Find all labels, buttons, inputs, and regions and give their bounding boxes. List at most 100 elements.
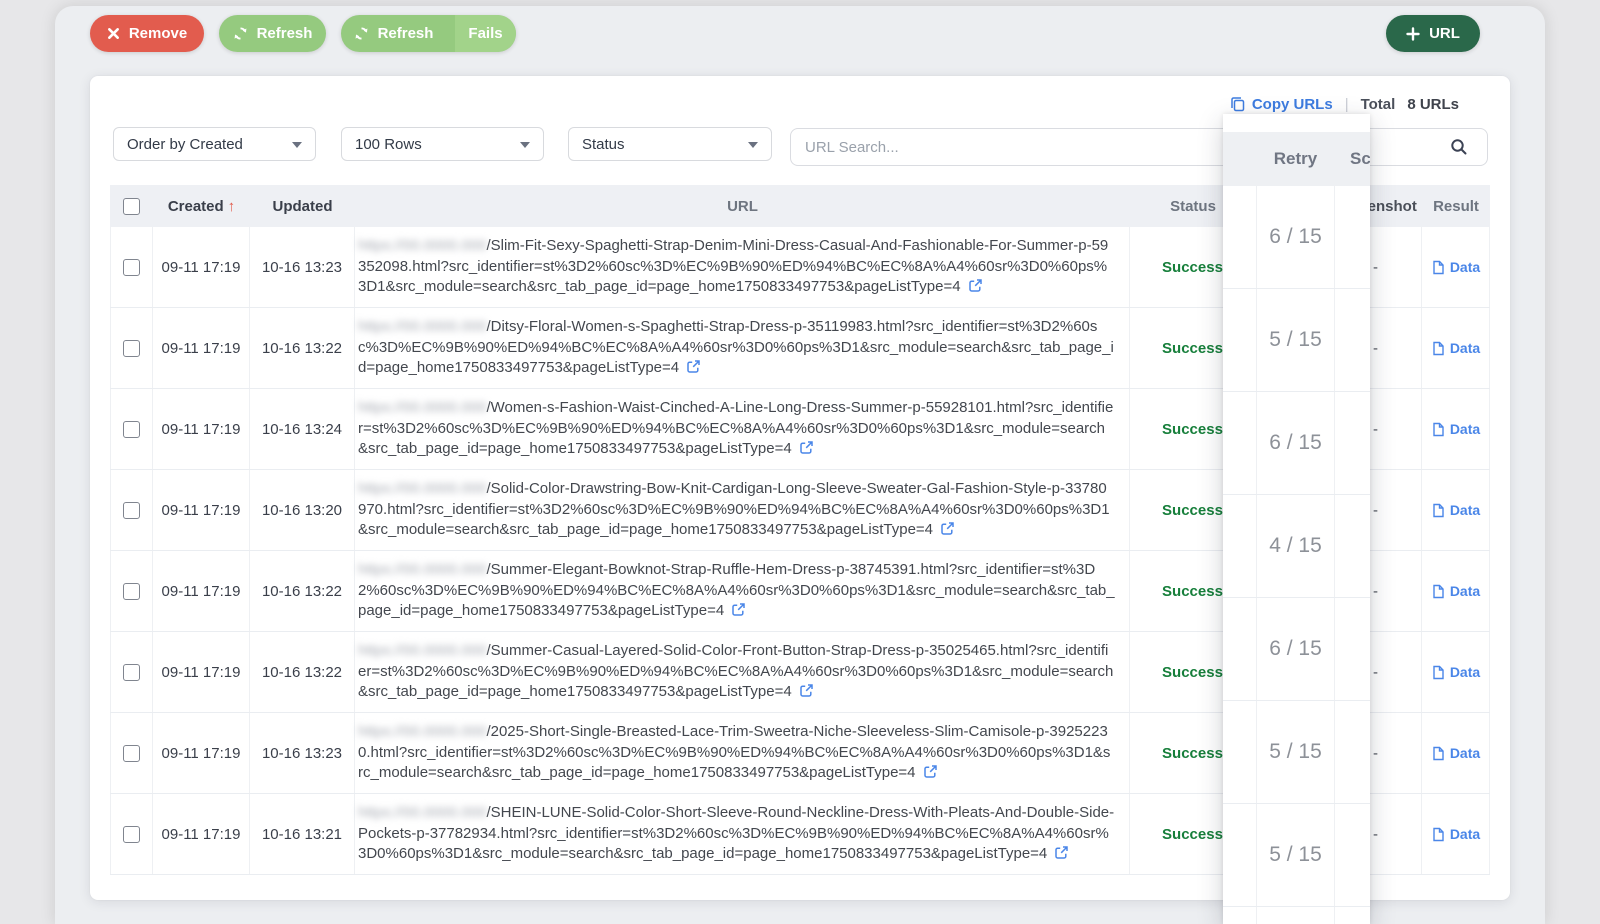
- row-checkbox[interactable]: [123, 501, 140, 519]
- data-link-label: Data: [1449, 259, 1481, 275]
- created-value: 09-11 17:19: [161, 420, 241, 438]
- redacted-domain: https://00.0000.000: [358, 804, 487, 822]
- header-url[interactable]: URL: [355, 185, 1130, 227]
- header-created[interactable]: Created ↑: [153, 185, 250, 227]
- copy-urls-link[interactable]: Copy URLs: [1230, 96, 1333, 113]
- data-link[interactable]: Data: [1431, 421, 1480, 437]
- url-cell: https://00.0000.000/Summer-Casual-Layere…: [355, 632, 1130, 712]
- header-result[interactable]: Result: [1422, 185, 1490, 227]
- data-link-label: Data: [1449, 826, 1481, 842]
- created-value: 09-11 17:19: [161, 258, 241, 276]
- data-link-label: Data: [1449, 583, 1481, 599]
- status-filter-select-value: Status: [582, 135, 625, 153]
- add-url-button[interactable]: URL: [1386, 15, 1480, 52]
- copy-icon: [1231, 97, 1245, 112]
- retry-column-drag-panel[interactable]: Retry Sc 6 / 15 5 / 15 6 / 15 4 / 15 6 /…: [1223, 114, 1370, 924]
- drag-panel-header: Retry Sc: [1223, 132, 1370, 186]
- redacted-domain: https://00.0000.000: [358, 237, 487, 255]
- external-link-icon[interactable]: [799, 440, 814, 455]
- data-link[interactable]: Data: [1431, 583, 1480, 599]
- status-filter-select[interactable]: Status: [568, 127, 772, 161]
- row-checkbox[interactable]: [123, 663, 140, 681]
- drag-panel-screenshot-header-clipped: Sc: [1350, 149, 1370, 168]
- url-search-input[interactable]: [790, 128, 1488, 166]
- screenshot-value: -: [1373, 582, 1378, 600]
- status-badge: Success: [1162, 420, 1223, 438]
- header-updated[interactable]: Updated: [250, 185, 355, 227]
- header-created-label: Created: [167, 197, 224, 215]
- external-link-icon[interactable]: [799, 683, 814, 698]
- file-icon: [1433, 746, 1444, 760]
- drag-panel-cell: [1223, 495, 1256, 597]
- result-cell: Data: [1422, 551, 1490, 631]
- refresh-fails-button[interactable]: Refresh Fails: [341, 15, 516, 52]
- chevron-down-icon: [520, 142, 530, 148]
- status-badge: Success: [1162, 825, 1223, 843]
- drag-panel-row: 6 / 15: [1223, 598, 1370, 701]
- refresh-button[interactable]: Refresh: [219, 15, 326, 52]
- drag-panel-cell: [1335, 289, 1370, 391]
- data-link[interactable]: Data: [1431, 340, 1480, 356]
- refresh-fails-refresh-segment[interactable]: Refresh: [341, 15, 446, 52]
- updated-value: 10-16 13:22: [261, 663, 343, 681]
- row-checkbox[interactable]: [123, 744, 140, 762]
- refresh-fails-fails-segment[interactable]: Fails: [455, 15, 516, 52]
- data-link-label: Data: [1449, 745, 1481, 761]
- data-link[interactable]: Data: [1431, 664, 1480, 680]
- created-cell: 09-11 17:19: [153, 389, 250, 469]
- data-link[interactable]: Data: [1431, 826, 1480, 842]
- drag-panel-row-partial: [1223, 907, 1370, 924]
- created-cell: 09-11 17:19: [153, 632, 250, 712]
- row-checkbox[interactable]: [123, 825, 140, 843]
- data-link-label: Data: [1449, 502, 1481, 518]
- url-cell: https://00.0000.000/2025-Short-Single-Br…: [355, 713, 1130, 793]
- drag-panel-retry-cell: 6 / 15: [1256, 186, 1335, 288]
- data-link[interactable]: Data: [1431, 745, 1480, 761]
- external-link-icon[interactable]: [940, 521, 955, 536]
- url-search-box: [790, 128, 1488, 166]
- drag-panel-cell: [1223, 598, 1256, 700]
- retry-count: 5 / 15: [1269, 843, 1322, 866]
- redacted-domain: https://00.0000.000: [358, 561, 487, 579]
- drag-panel-retry-cell: 5 / 15: [1256, 289, 1335, 391]
- drag-panel-cell: [1335, 804, 1370, 906]
- retry-count: 5 / 15: [1269, 740, 1322, 763]
- external-link-icon[interactable]: [686, 359, 701, 374]
- updated-value: 10-16 13:23: [261, 258, 343, 276]
- retry-count: 6 / 15: [1269, 431, 1322, 454]
- drag-panel-cell: [1223, 186, 1256, 288]
- updated-value: 10-16 13:22: [261, 582, 343, 600]
- sort-ascending-icon[interactable]: ↑: [228, 198, 236, 215]
- search-icon[interactable]: [1450, 138, 1468, 156]
- rows-per-page-select[interactable]: 100 Rows: [341, 127, 544, 161]
- row-checkbox[interactable]: [123, 582, 140, 600]
- data-link[interactable]: Data: [1431, 259, 1480, 275]
- created-value: 09-11 17:19: [161, 744, 241, 762]
- created-value: 09-11 17:19: [161, 501, 241, 519]
- row-checkbox[interactable]: [123, 420, 140, 438]
- file-icon: [1433, 260, 1444, 274]
- remove-button[interactable]: Remove: [90, 15, 204, 52]
- row-checkbox-cell: [110, 551, 153, 631]
- url-cell: https://00.0000.000/Women-s-Fashion-Wais…: [355, 389, 1130, 469]
- created-cell: 09-11 17:19: [153, 308, 250, 388]
- drag-panel-row: 6 / 15: [1223, 186, 1370, 289]
- drag-panel-row: 5 / 15: [1223, 289, 1370, 392]
- row-checkbox[interactable]: [123, 339, 140, 357]
- row-checkbox-cell: [110, 470, 153, 550]
- created-value: 09-11 17:19: [161, 339, 241, 357]
- file-icon: [1433, 341, 1444, 355]
- external-link-icon[interactable]: [968, 278, 983, 293]
- total-count: 8 URLs: [1407, 95, 1459, 113]
- select-all-checkbox[interactable]: [123, 197, 140, 215]
- retry-count: 5 / 15: [1269, 328, 1322, 351]
- row-checkbox[interactable]: [123, 258, 140, 276]
- external-link-icon[interactable]: [1054, 845, 1069, 860]
- external-link-icon[interactable]: [731, 602, 746, 617]
- order-by-select[interactable]: Order by Created: [113, 127, 316, 161]
- external-link-icon[interactable]: [923, 764, 938, 779]
- data-link[interactable]: Data: [1431, 502, 1480, 518]
- created-cell: 09-11 17:19: [153, 227, 250, 307]
- drag-panel-cell: [1223, 907, 1256, 924]
- created-cell: 09-11 17:19: [153, 794, 250, 874]
